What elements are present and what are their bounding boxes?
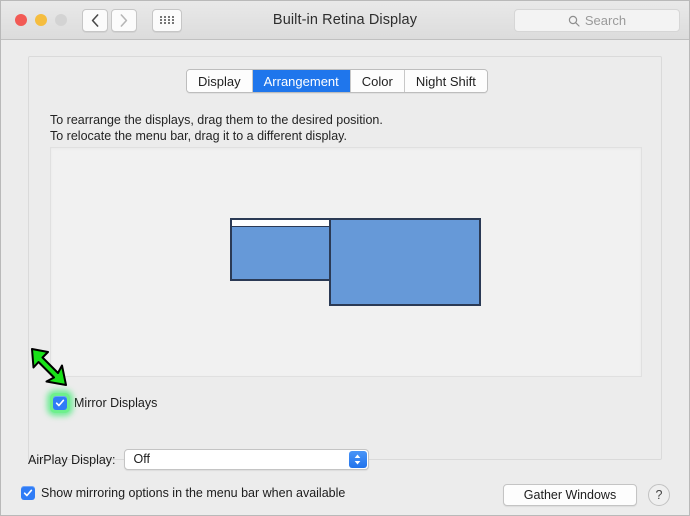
display-thumbnail-left[interactable] (230, 218, 331, 281)
checkmark-icon (55, 398, 65, 408)
airplay-display-row: AirPlay Display: Off (28, 449, 369, 470)
search-input[interactable]: Search (514, 9, 680, 32)
mirror-displays-row[interactable]: Mirror Displays (50, 393, 157, 413)
tab-bar: Display Arrangement Color Night Shift (186, 69, 488, 93)
display-arrangement-canvas[interactable] (50, 147, 642, 377)
mirror-displays-highlight (50, 393, 70, 413)
airplay-display-select[interactable]: Off (124, 449, 369, 470)
instruction-line-1: To rearrange the displays, drag them to … (50, 112, 383, 128)
show-mirroring-row[interactable]: Show mirroring options in the menu bar w… (21, 486, 345, 500)
checkmark-icon (23, 488, 33, 498)
show-mirroring-label: Show mirroring options in the menu bar w… (41, 486, 345, 500)
show-mirroring-checkbox[interactable] (21, 486, 35, 500)
help-button[interactable]: ? (648, 484, 670, 506)
instruction-line-2: To relocate the menu bar, drag it to a d… (50, 128, 383, 144)
airplay-display-value: Off (134, 452, 150, 466)
search-icon (568, 15, 580, 27)
display-thumbnail-right[interactable] (329, 218, 481, 306)
title-bar: Built-in Retina Display Search (1, 1, 689, 40)
instructions-text: To rearrange the displays, drag them to … (50, 112, 383, 144)
gather-windows-button[interactable]: Gather Windows (503, 484, 637, 506)
search-placeholder: Search (585, 13, 626, 28)
mirror-displays-checkbox[interactable] (53, 396, 67, 410)
preferences-window: Built-in Retina Display Search Display A… (0, 0, 690, 516)
tab-color[interactable]: Color (351, 70, 405, 92)
chevron-up-down-icon[interactable] (349, 451, 367, 468)
airplay-display-label: AirPlay Display: (28, 453, 116, 467)
tab-night-shift[interactable]: Night Shift (405, 70, 487, 92)
preference-pane: Display Arrangement Color Night Shift To… (28, 56, 662, 460)
tab-display[interactable]: Display (187, 70, 253, 92)
tab-arrangement[interactable]: Arrangement (253, 70, 351, 92)
stepper-arrows-icon (353, 453, 362, 466)
menu-bar-strip[interactable] (232, 220, 329, 227)
mirror-displays-label: Mirror Displays (74, 396, 157, 410)
